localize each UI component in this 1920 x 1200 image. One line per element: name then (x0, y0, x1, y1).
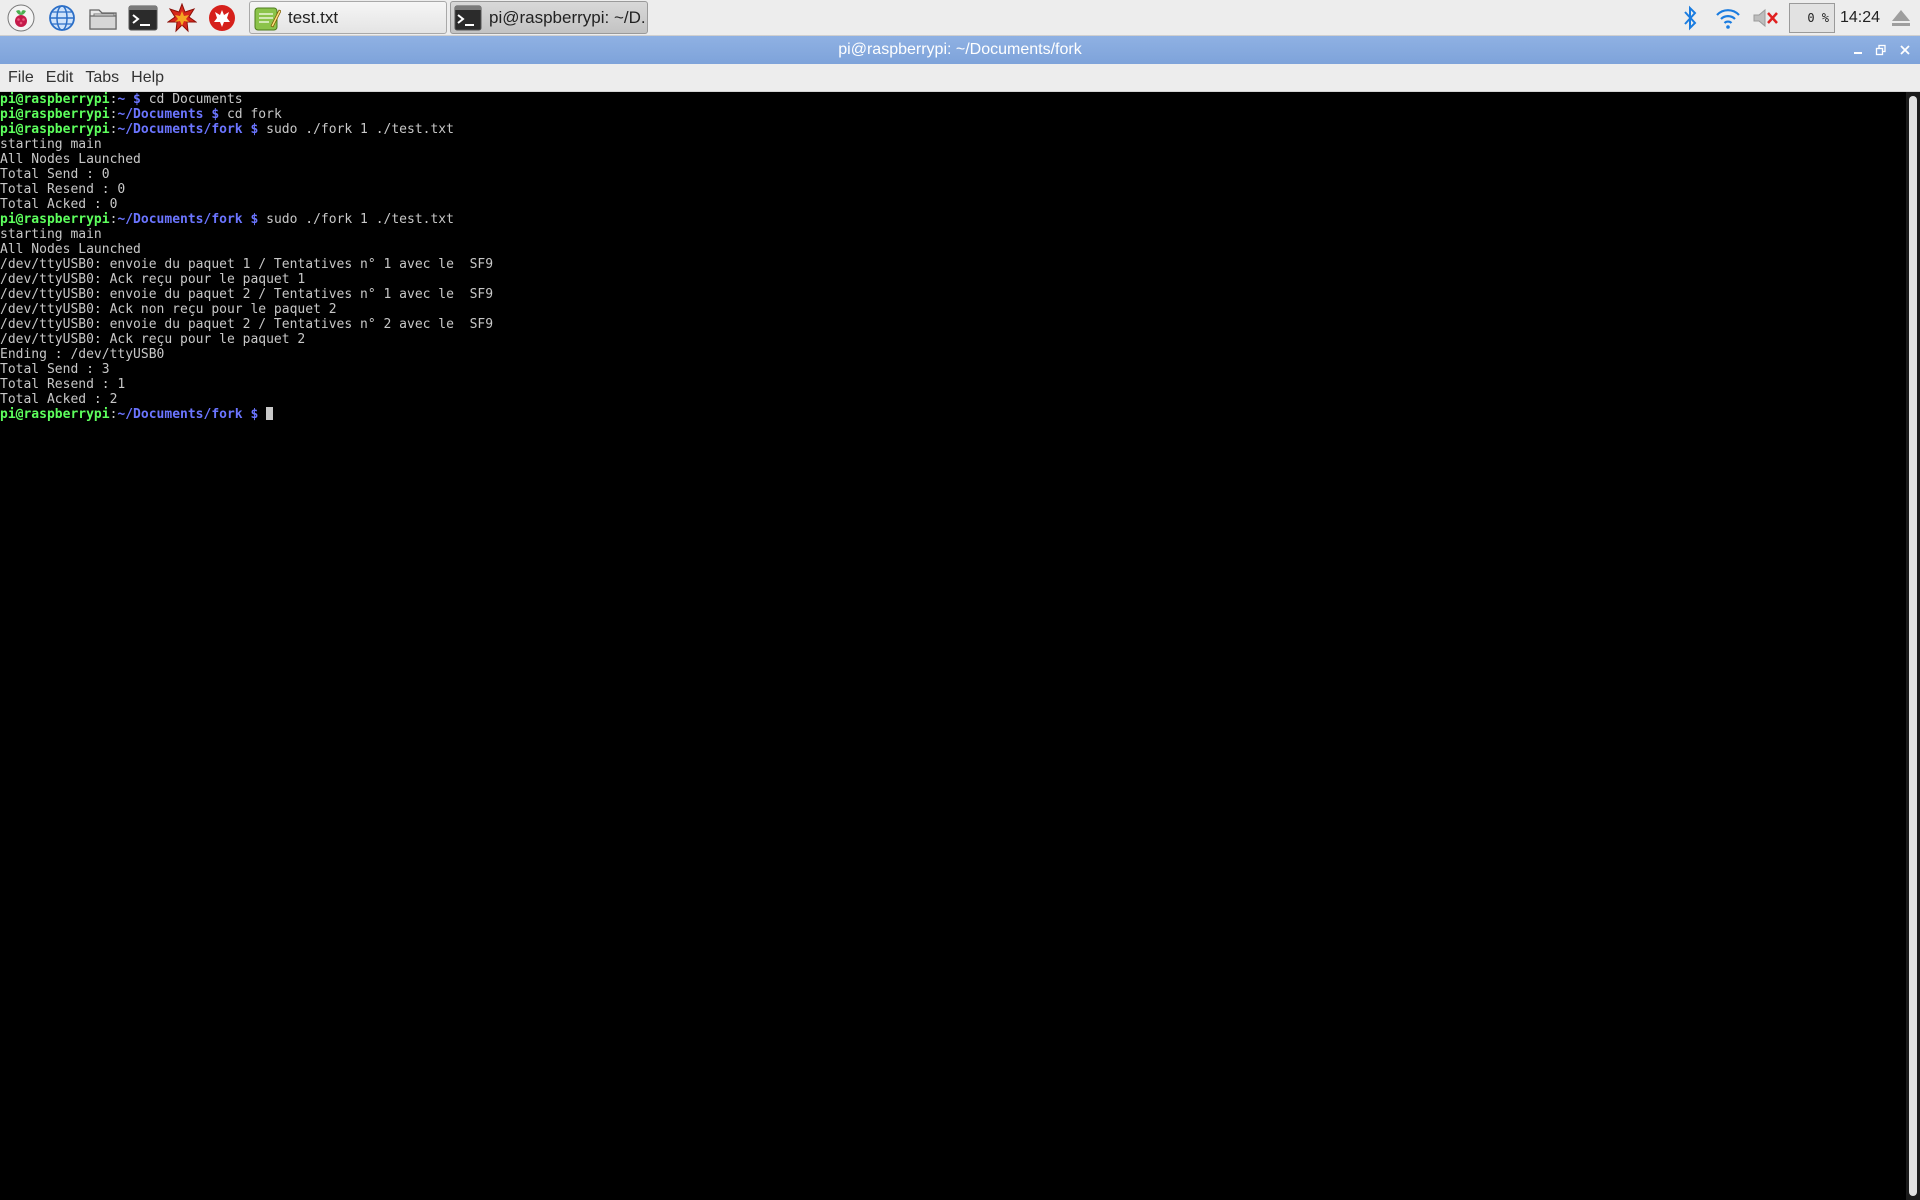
cpu-usage-monitor[interactable]: 0 % (1789, 3, 1835, 33)
menu-tabs[interactable]: Tabs (79, 64, 125, 92)
taskbar-item-label: pi@raspberrypi: ~/D... (489, 7, 648, 27)
prompt-user-host: pi@raspberrypi (0, 407, 110, 422)
wifi-icon[interactable] (1714, 2, 1742, 34)
output-line: Total Send : 0 (0, 167, 110, 182)
output-line: Total Send : 3 (0, 362, 110, 377)
output-line: /dev/ttyUSB0: Ack non reçu pour le paque… (0, 302, 337, 317)
close-icon (1900, 45, 1910, 55)
scrollbar-thumb[interactable] (1909, 96, 1917, 1196)
menu-help[interactable]: Help (125, 64, 170, 92)
prompt-path: ~ $ (117, 92, 141, 107)
top-panel: test.txt pi@raspberrypi: ~/D... 0 % 14:2… (0, 0, 1920, 36)
prompt-path: ~/Documents/fork $ (117, 122, 259, 137)
terminal-icon[interactable] (126, 2, 160, 34)
wolfram-icon[interactable] (205, 2, 239, 34)
prompt-user-host: pi@raspberrypi (0, 122, 110, 137)
web-browser-icon[interactable] (45, 2, 79, 34)
menu-file[interactable]: File (2, 64, 40, 92)
command-text: sudo ./fork 1 ./test.txt (258, 212, 454, 227)
maximize-button[interactable] (1871, 40, 1891, 60)
text-editor-icon (252, 3, 282, 33)
clock[interactable]: 14:24 (1840, 0, 1880, 36)
minimize-icon (1854, 52, 1862, 54)
prompt-line: pi@raspberrypi:~/Documents/fork $ sudo .… (0, 122, 454, 137)
volume-muted-icon[interactable] (1751, 2, 1781, 34)
prompt-user-host: pi@raspberrypi (0, 107, 110, 122)
terminal-scrollbar[interactable] (1906, 92, 1920, 1200)
output-line: /dev/ttyUSB0: Ack reçu pour le paquet 1 (0, 272, 306, 287)
output-line: starting main (0, 227, 102, 242)
text-cursor (266, 407, 274, 420)
restore-icon (1875, 44, 1886, 56)
output-line: All Nodes Launched (0, 152, 141, 167)
window-title: pi@raspberrypi: ~/Documents/fork (838, 41, 1082, 58)
terminal-lines: pi@raspberrypi:~ $ cd Documents pi@raspbe… (0, 92, 1906, 422)
taskbar-item-text-editor[interactable]: test.txt (249, 1, 447, 34)
prompt-path: ~/Documents $ (117, 107, 220, 122)
menu-bar: File Edit Tabs Help (0, 64, 1920, 92)
output-line: /dev/ttyUSB0: envoie du paquet 1 / Tenta… (0, 257, 494, 272)
command-text: cd fork (219, 107, 282, 122)
output-line: Total Acked : 0 (0, 197, 118, 212)
eject-icon[interactable] (1888, 2, 1914, 34)
taskbar-item-terminal[interactable]: pi@raspberrypi: ~/D... (450, 1, 648, 34)
output-line: /dev/ttyUSB0: Ack reçu pour le paquet 2 (0, 332, 306, 347)
bluetooth-icon[interactable] (1676, 2, 1704, 34)
prompt-user-host: pi@raspberrypi (0, 92, 110, 107)
raspberry-menu-icon[interactable] (4, 2, 38, 34)
prompt-path: ~/Documents/fork $ (117, 407, 259, 422)
taskbar-item-label: test.txt (288, 7, 339, 27)
prompt-path: ~/Documents/fork $ (117, 212, 259, 227)
command-text: sudo ./fork 1 ./test.txt (258, 122, 454, 137)
cpu-usage-value: 0 % (1807, 11, 1829, 25)
output-line: All Nodes Launched (0, 242, 141, 257)
mathematica-icon[interactable] (165, 2, 199, 34)
terminal-icon (453, 3, 483, 33)
output-line: Total Resend : 1 (0, 377, 126, 392)
terminal-output[interactable]: pi@raspberrypi:~ $ cd Documents pi@raspbe… (0, 92, 1906, 1200)
output-line: starting main (0, 137, 102, 152)
output-line: Total Resend : 0 (0, 182, 126, 197)
output-line: Total Acked : 2 (0, 392, 118, 407)
file-manager-icon[interactable] (86, 2, 120, 34)
prompt-line: pi@raspberrypi:~/Documents $ cd fork (0, 107, 282, 122)
output-line: Ending : /dev/ttyUSB0 (0, 347, 165, 362)
command-text (258, 407, 266, 422)
command-text: cd Documents (140, 92, 243, 107)
prompt-line: pi@raspberrypi:~/Documents/fork $ (0, 407, 1906, 422)
prompt-line: pi@raspberrypi:~/Documents/fork $ sudo .… (0, 212, 454, 227)
menu-edit[interactable]: Edit (40, 64, 80, 92)
prompt-user-host: pi@raspberrypi (0, 212, 110, 227)
window-titlebar[interactable]: pi@raspberrypi: ~/Documents/fork (0, 36, 1920, 64)
prompt-line: pi@raspberrypi:~ $ cd Documents (0, 92, 243, 107)
output-line: /dev/ttyUSB0: envoie du paquet 2 / Tenta… (0, 287, 494, 302)
output-line: /dev/ttyUSB0: envoie du paquet 2 / Tenta… (0, 317, 494, 332)
minimize-button[interactable] (1848, 40, 1868, 60)
close-button[interactable] (1895, 40, 1915, 60)
